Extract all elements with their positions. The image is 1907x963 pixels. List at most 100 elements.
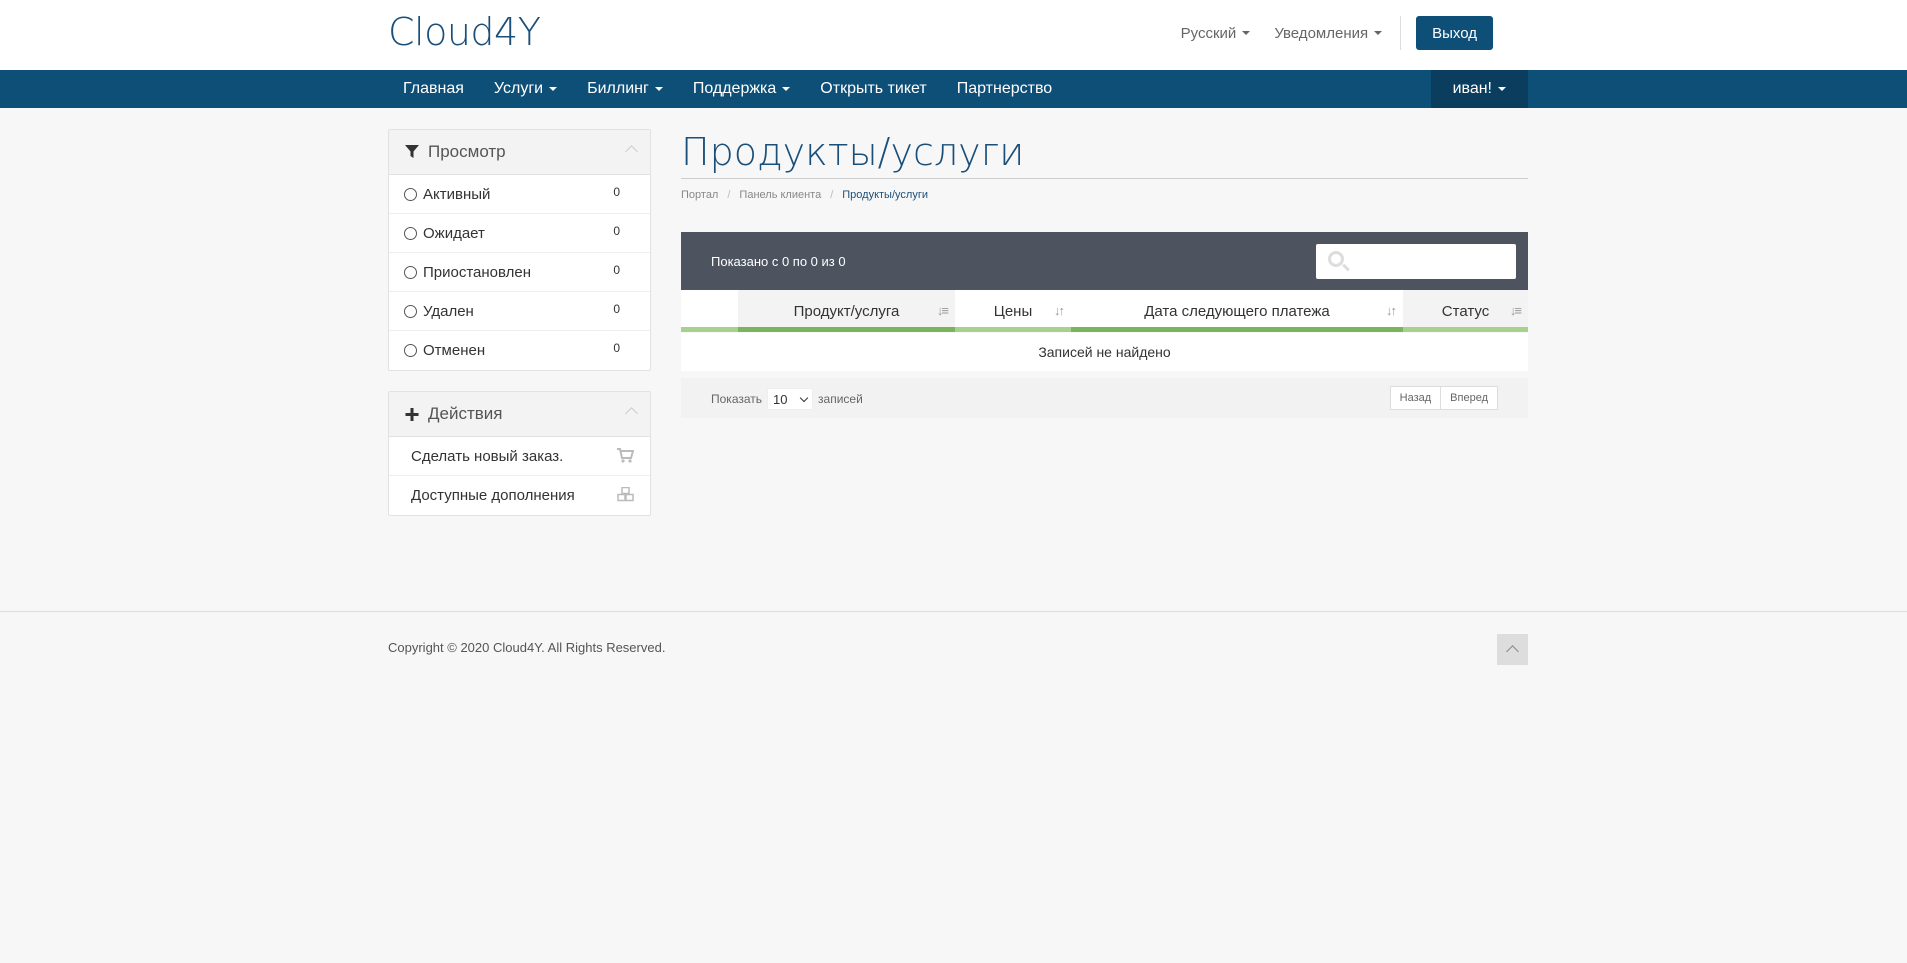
top-links: Русский Уведомления Выход	[1157, 16, 1493, 50]
filter-count: 0	[613, 224, 620, 238]
filter-suspended[interactable]: Приостановлен 0	[389, 253, 650, 292]
back-to-top-button[interactable]	[1497, 634, 1528, 665]
breadcrumb-separator: /	[727, 189, 731, 201]
user-name: иван!	[1452, 80, 1492, 97]
nav-item-label: Открыть тикет	[820, 80, 927, 97]
view-panel: Просмотр Активный 0 Ожидает 0 Приостанов…	[388, 129, 651, 371]
caret-down-icon	[1242, 31, 1251, 35]
column-header-status[interactable]: Статус ↓≡	[1403, 290, 1528, 332]
footer: Copyright © 2020 Cloud4Y. All Rights Res…	[0, 611, 1907, 963]
table-toolbar: Показано с 0 по 0 из 0	[681, 232, 1528, 290]
column-underline	[955, 327, 1071, 332]
sort-icon: ↓↑	[1386, 303, 1397, 318]
caret-down-icon	[654, 87, 663, 91]
column-underline	[1071, 327, 1403, 332]
column-label: Дата следующего платежа	[1144, 302, 1330, 320]
column-label: Статус	[1441, 302, 1490, 320]
caret-down-icon	[1498, 87, 1506, 91]
nav-item-services[interactable]: Услуги	[479, 70, 572, 108]
table-footer: Показать 10 записей Назад Вперед	[681, 378, 1528, 418]
breadcrumb-client-area[interactable]: Панель клиента	[739, 189, 821, 201]
sort-icon: ↓↑	[1054, 303, 1065, 318]
main-navbar: Главная Услуги Биллинг Поддержка Открыть…	[0, 70, 1907, 108]
per-page-select[interactable]: 10	[767, 388, 814, 410]
search-input[interactable]	[1354, 249, 1509, 274]
nav-item-partnership[interactable]: Партнерство	[942, 70, 1067, 108]
show-label: Показать	[711, 392, 763, 406]
header: Cloud4Y Русский Уведомления Выход	[0, 0, 1907, 70]
column-underline	[1403, 327, 1528, 332]
caret-down-icon	[549, 87, 558, 91]
sort-asc-icon: ↓≡	[1509, 303, 1522, 318]
table-search[interactable]	[1316, 244, 1516, 279]
actions-panel-header[interactable]: Действия	[389, 392, 650, 437]
nav-item-support[interactable]: Поддержка	[678, 70, 805, 108]
nav-item-label: Услуги	[493, 80, 544, 97]
search-icon	[1328, 251, 1344, 267]
nav-item-home[interactable]: Главная	[388, 70, 479, 108]
empty-table-message: Записей не найдено	[681, 333, 1528, 371]
caret-down-icon	[782, 87, 791, 91]
column-label: Цены	[993, 302, 1033, 320]
action-new-order[interactable]: Сделать новый заказ.	[389, 437, 650, 476]
filter-count: 0	[613, 341, 620, 355]
logout-button[interactable]: Выход	[1416, 16, 1493, 50]
column-header-next-due[interactable]: Дата следующего платежа ↓↑	[1071, 290, 1403, 332]
column-label: Продукт/услуга	[793, 302, 900, 320]
notifications-dropdown[interactable]: Уведомления	[1274, 24, 1383, 42]
page-length: Показать 10 записей	[711, 388, 863, 410]
chevron-up-icon[interactable]	[625, 407, 638, 420]
user-menu[interactable]: иван!	[1430, 70, 1528, 108]
filter-count: 0	[613, 302, 620, 316]
radio-icon[interactable]	[404, 265, 417, 279]
filter-count: 0	[613, 185, 620, 199]
caret-down-icon	[1374, 31, 1383, 35]
column-header-price[interactable]: Цены ↓↑	[955, 290, 1071, 332]
per-page-value: 10	[773, 391, 788, 407]
language-dropdown[interactable]: Русский	[1181, 25, 1251, 42]
page-title: Продукты/услуги	[681, 130, 1025, 174]
table-info: Показано с 0 по 0 из 0	[711, 254, 846, 269]
filter-deleted[interactable]: Удален 0	[389, 292, 650, 331]
table-header: Продукт/услуга ↓≡ Цены ↓↑ Дата следующег…	[681, 290, 1528, 332]
actions-panel-title: Действия	[428, 404, 503, 423]
action-label: Сделать новый заказ.	[411, 447, 564, 465]
records-label: записей	[818, 392, 863, 406]
notifications-label: Уведомления	[1274, 24, 1369, 42]
logo[interactable]: Cloud4Y	[388, 10, 541, 54]
radio-icon[interactable]	[404, 187, 417, 201]
breadcrumb-portal[interactable]: Портал	[681, 189, 718, 201]
breadcrumb: Портал / Панель клиента / Продукты/услуг…	[681, 189, 928, 201]
pagination: Назад Вперед	[1389, 386, 1498, 410]
radio-icon[interactable]	[404, 226, 417, 240]
filter-label: Активный	[423, 185, 491, 203]
column-header-product[interactable]: Продукт/услуга ↓≡	[738, 290, 955, 332]
action-addons[interactable]: Доступные дополнения	[389, 476, 650, 515]
filter-label: Ожидает	[423, 224, 485, 242]
nav-item-open-ticket[interactable]: Открыть тикет	[805, 70, 941, 108]
title-divider	[681, 178, 1528, 179]
nav-item-label: Поддержка	[692, 80, 777, 97]
radio-icon[interactable]	[404, 304, 417, 318]
prev-page-button[interactable]: Назад	[1389, 386, 1442, 410]
filter-pending[interactable]: Ожидает 0	[389, 214, 650, 253]
radio-icon[interactable]	[404, 344, 417, 357]
divider	[1400, 16, 1402, 50]
column-header-empty	[681, 290, 738, 332]
next-page-button[interactable]: Вперед	[1441, 386, 1498, 410]
nav-item-label: Главная	[403, 80, 464, 97]
filter-icon	[405, 145, 419, 158]
filter-cancelled[interactable]: Отменен 0	[389, 331, 650, 370]
filter-label: Удален	[423, 302, 474, 320]
chevron-down-icon	[799, 393, 809, 402]
cubes-icon	[617, 487, 634, 502]
chevron-up-icon[interactable]	[625, 145, 638, 158]
actions-panel: Действия Сделать новый заказ. Доступные …	[388, 391, 651, 516]
nav-item-billing[interactable]: Биллинг	[572, 70, 678, 108]
nav-item-label: Партнерство	[956, 80, 1053, 97]
view-panel-header[interactable]: Просмотр	[389, 130, 650, 175]
filter-label: Приостановлен	[423, 263, 532, 281]
filter-active[interactable]: Активный 0	[389, 175, 650, 214]
filter-label: Отменен	[423, 342, 486, 359]
column-underline	[681, 327, 738, 332]
